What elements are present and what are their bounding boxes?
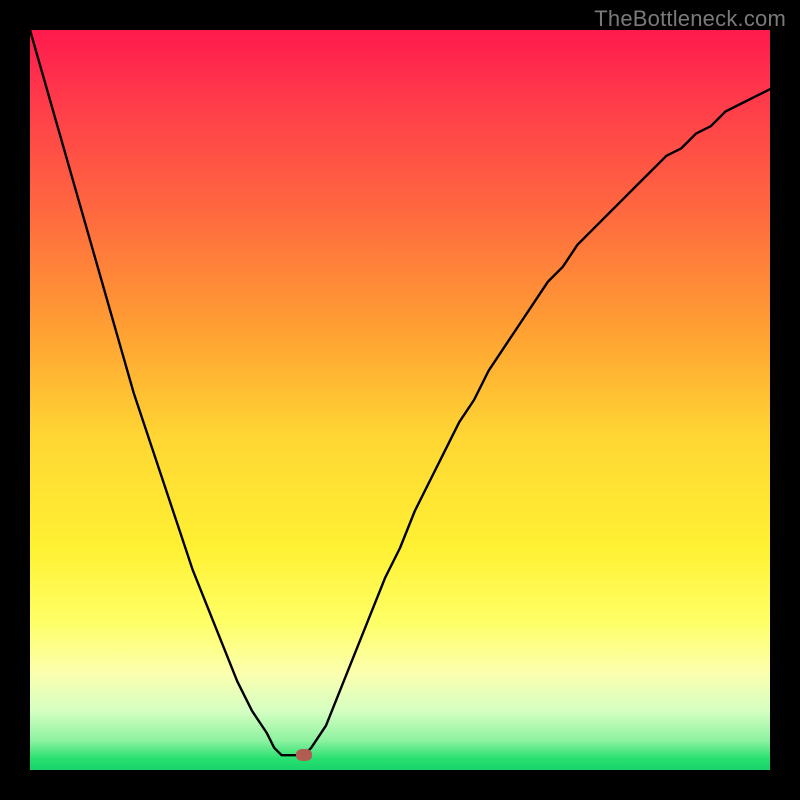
bottleneck-curve	[30, 30, 770, 755]
chart-frame: TheBottleneck.com	[0, 0, 800, 800]
curve-svg	[30, 30, 770, 770]
plot-area	[30, 30, 770, 770]
optimal-point-marker	[296, 749, 312, 761]
watermark-text: TheBottleneck.com	[594, 6, 786, 32]
